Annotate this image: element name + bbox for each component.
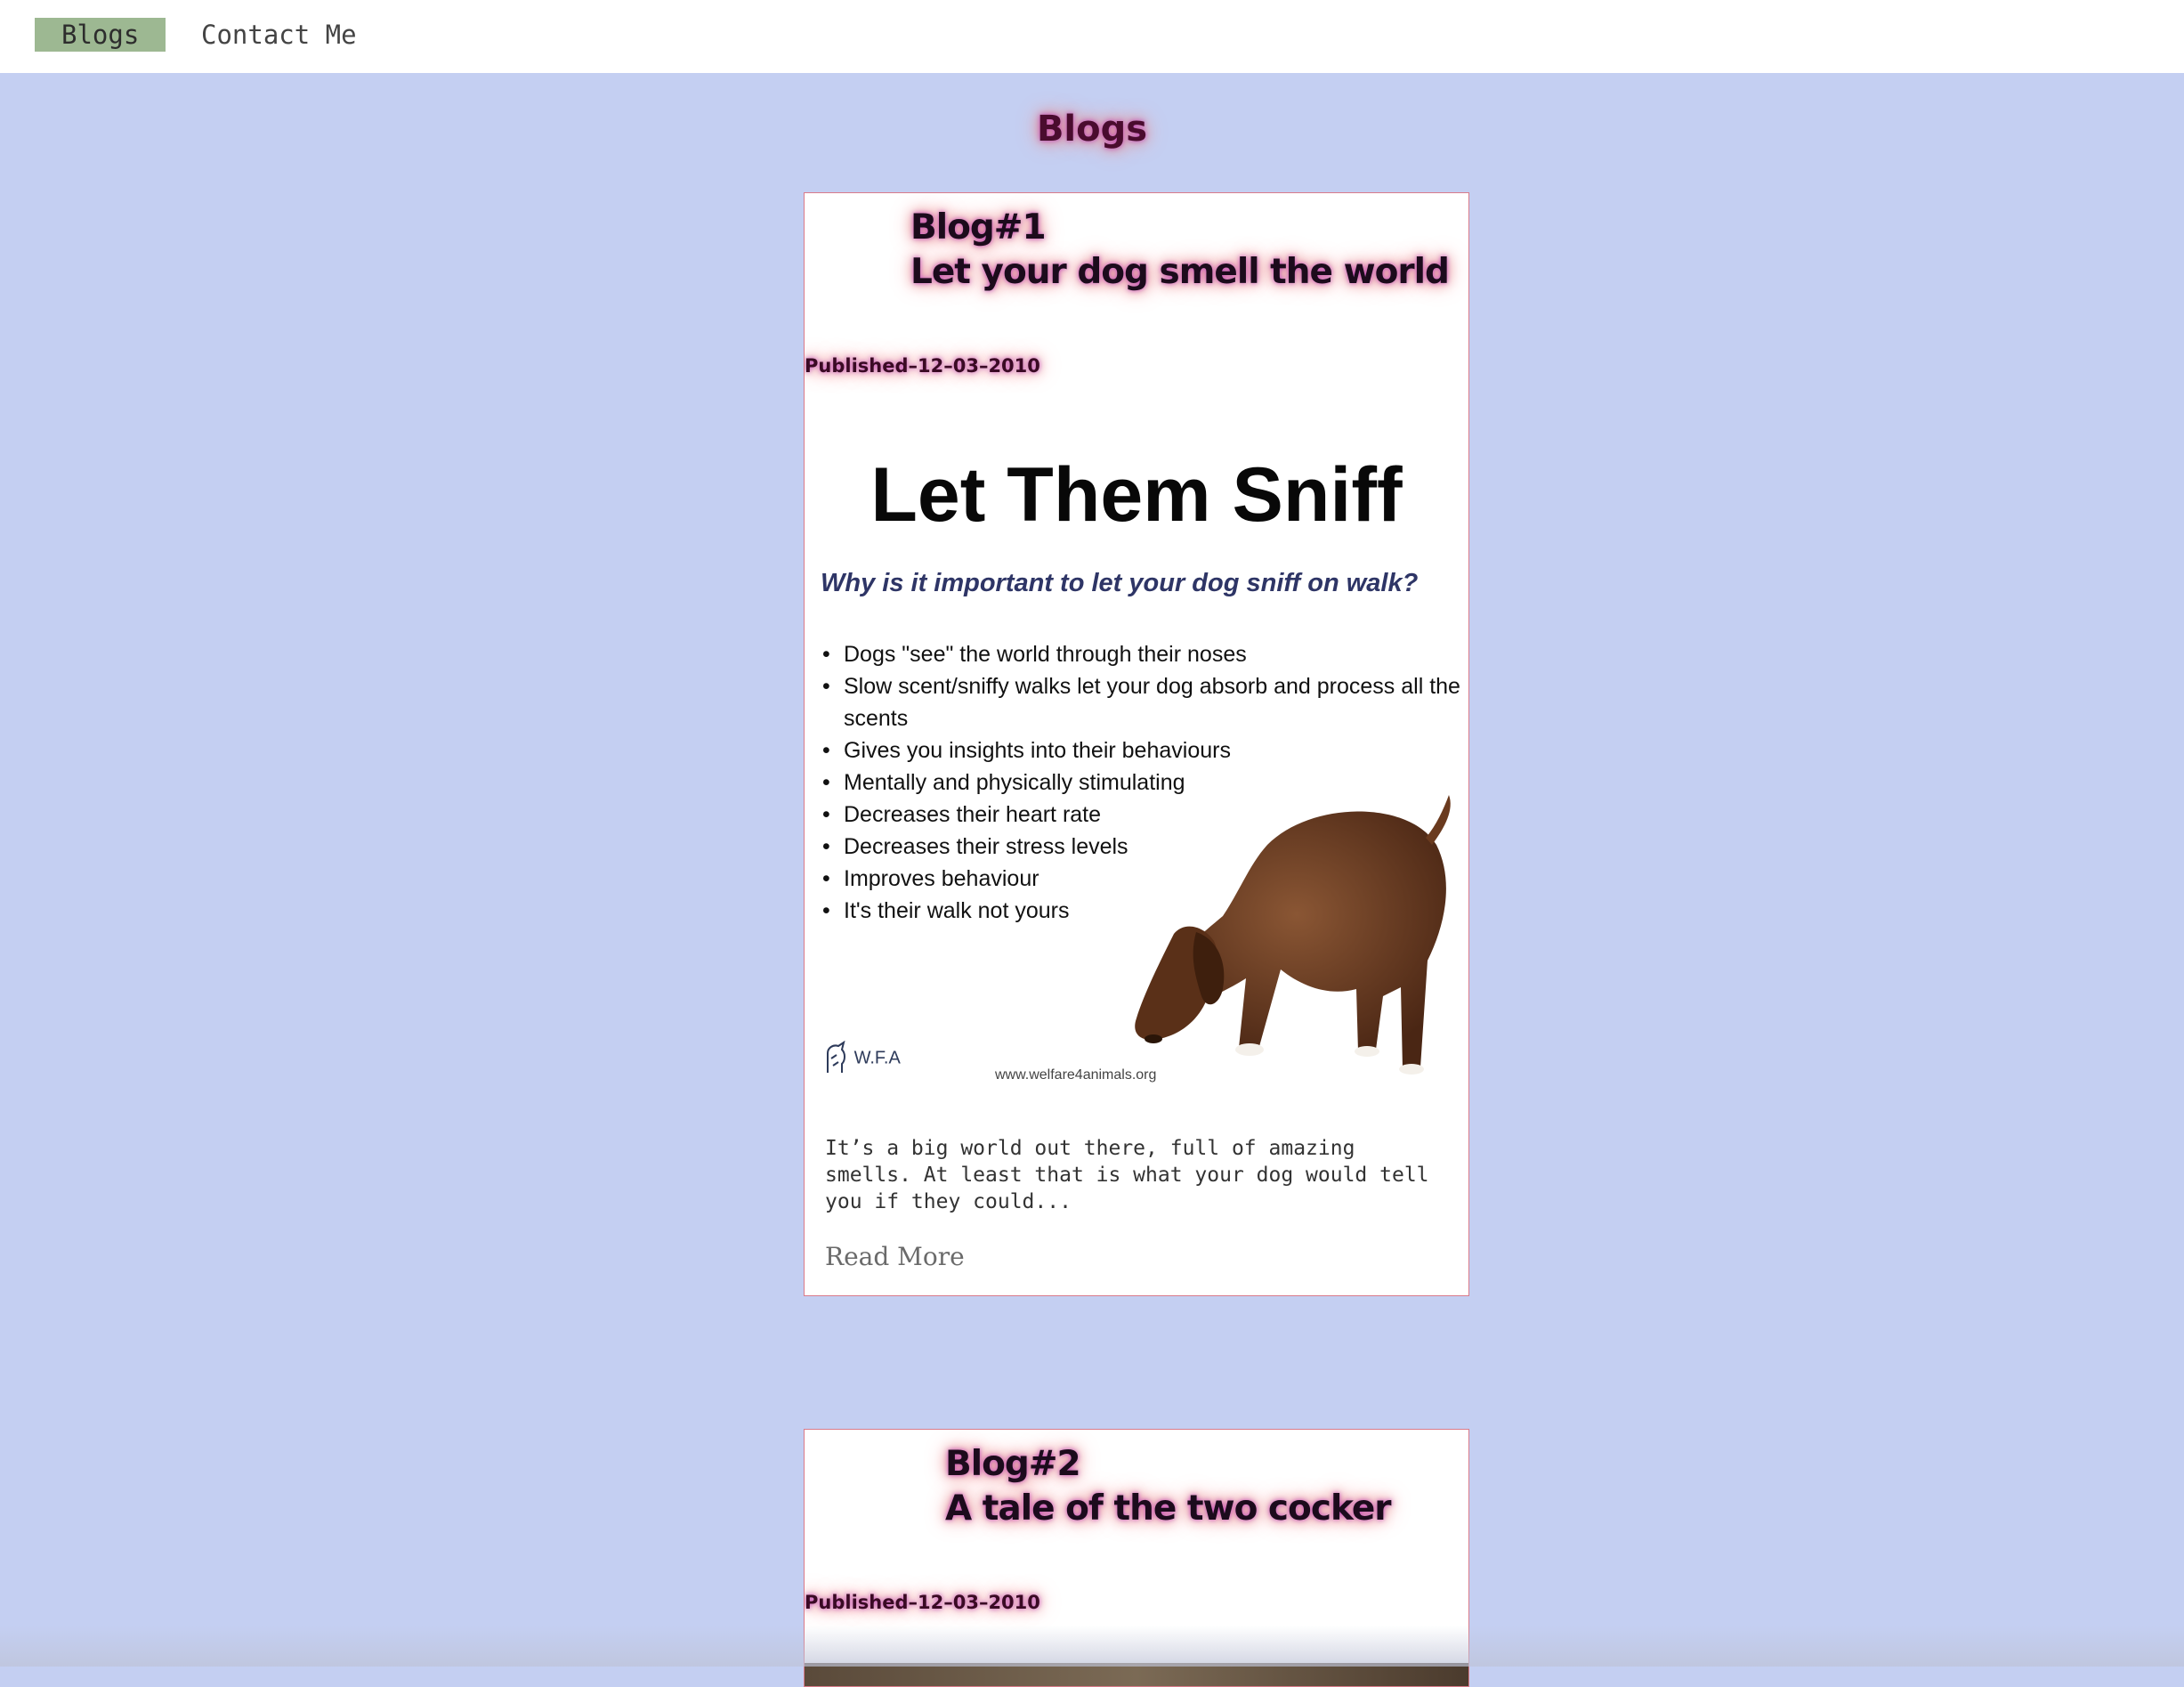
image-subtitle: Why is it important to let your dog snif… — [821, 569, 1419, 597]
blog-card: Blog#2 A tale of the two cocker Publishe… — [804, 1429, 1469, 1687]
bullet-item: Gives you insights into their behaviours — [822, 734, 1463, 766]
blog-image: Let Them Sniff Why is it important to le… — [805, 426, 1468, 1096]
logo-text: W.F.A — [853, 1048, 901, 1068]
blog-number: Blog#2 — [945, 1444, 1081, 1484]
image-website: www.welfare4animals.org — [995, 1067, 1157, 1083]
read-more-link[interactable]: Read More — [825, 1242, 965, 1271]
nav-item-contact[interactable]: Contact Me — [174, 18, 384, 52]
blog-card: Blog#1 Let your dog smell the world Publ… — [804, 192, 1469, 1296]
blog-number: Blog#1 — [910, 207, 1047, 247]
nav-item-blogs[interactable]: Blogs — [35, 18, 166, 52]
blog-image — [805, 1663, 1468, 1686]
published-date: Published–12–03–2010 — [805, 355, 1040, 377]
image-title: Let Them Sniff — [870, 452, 1403, 538]
dog-sniffing-illustration — [1135, 795, 1451, 1075]
top-nav: e Blogs Contact Me — [0, 0, 2184, 73]
published-date: Published–12–03–2010 — [805, 1592, 1040, 1613]
page-title: Blogs — [1036, 109, 1148, 150]
bullet-item: Slow scent/sniffy walks let your dog abs… — [822, 670, 1463, 734]
horse-dog-logo-icon — [827, 1040, 845, 1073]
blog-title[interactable]: A tale of the two cocker — [945, 1488, 1392, 1529]
blog-excerpt: It’s a big world out there, full of amaz… — [825, 1137, 1429, 1213]
blog-title[interactable]: Let your dog smell the world — [910, 252, 1450, 292]
bullet-item: Dogs "see" the world through their noses — [822, 638, 1463, 670]
wfa-logo: W.F.A — [822, 1040, 901, 1076]
